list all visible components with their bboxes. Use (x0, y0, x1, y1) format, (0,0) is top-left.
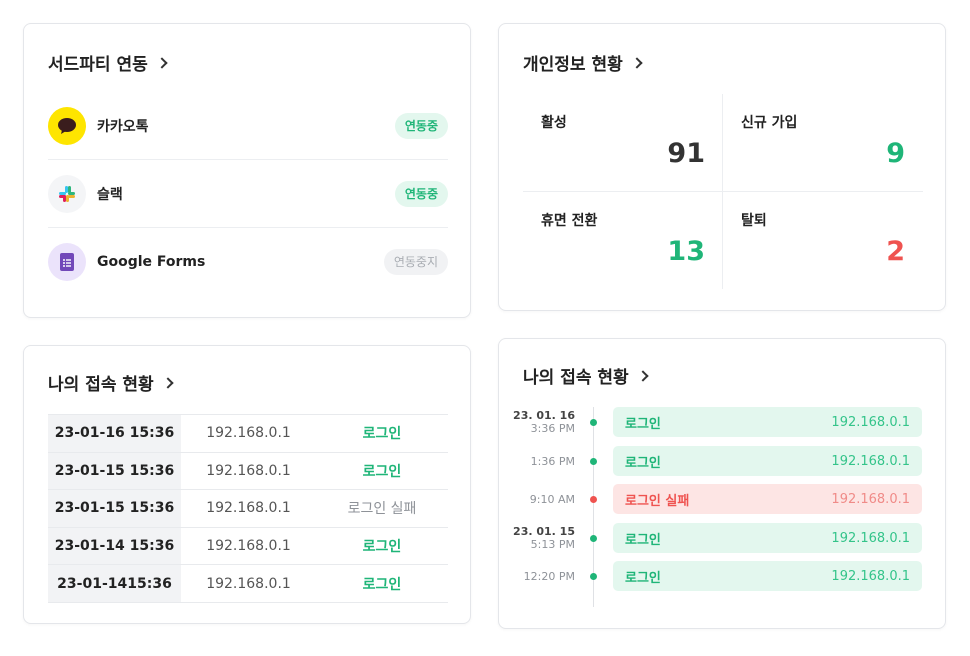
access-status: 로그인 (316, 564, 448, 603)
access-time: 23-01-14 15:36 (48, 526, 181, 565)
access-ip: 192.168.0.1 (181, 564, 316, 603)
stat-active: 활성 91 (523, 94, 723, 191)
chevron-right-icon (156, 56, 168, 69)
table-row: 23-01-16 15:36 192.168.0.1 로그인 (48, 414, 448, 453)
timeline-timestamp: 9:10 AM (529, 493, 575, 506)
event-status: 로그인 (625, 416, 661, 432)
event-ip: 192.168.0.1 (831, 453, 910, 469)
stat-value: 9 (886, 138, 905, 169)
timeline-event[interactable]: 로그인 192.168.0.1 (613, 407, 922, 437)
table-row: 23-01-15 15:36 192.168.0.1 로그인 (48, 451, 448, 490)
access-timeline-title-link[interactable]: 나의 접속 현황 (523, 363, 649, 388)
access-ip: 192.168.0.1 (181, 414, 316, 453)
timeline-dot (590, 419, 597, 426)
timeline-timestamp: 23. 01. 16 3:36 PM (513, 409, 575, 435)
table-row: 23-01-14 15:36 192.168.0.1 로그인 (48, 526, 448, 565)
timeline-entry: 9:10 AM 로그인 실패 192.168.0.1 (499, 484, 947, 514)
access-ip: 192.168.0.1 (181, 489, 316, 528)
personal-info-card: 개인정보 현황 활성 91 신규 가입 9 휴면 전환 13 탈퇴 2 (498, 23, 946, 311)
timeline-event[interactable]: 로그인 실패 192.168.0.1 (613, 484, 922, 514)
access-history-title-link[interactable]: 나의 접속 현황 (48, 370, 174, 395)
personal-info-title-link[interactable]: 개인정보 현황 (523, 50, 643, 75)
chevron-right-icon (637, 369, 649, 382)
timeline-timestamp: 1:36 PM (530, 455, 575, 468)
access-history-table-card: 나의 접속 현황 23-01-16 15:36 192.168.0.1 로그인 … (23, 345, 471, 624)
timeline-dot (590, 458, 597, 465)
timeline-entry: 12:20 PM 로그인 192.168.0.1 (499, 561, 947, 591)
timeline-entry: 1:36 PM 로그인 192.168.0.1 (499, 446, 947, 476)
stat-value: 13 (667, 236, 705, 267)
integration-name: 슬랙 (97, 186, 123, 203)
stat-dormant: 휴면 전환 13 (523, 192, 723, 289)
event-ip: 192.168.0.1 (831, 530, 910, 546)
third-party-card: 서드파티 연동 카카오톡 연동중 슬랙 연동중 Google Forms 연동중… (23, 23, 471, 318)
stat-label: 신규 가입 (741, 115, 798, 131)
event-ip: 192.168.0.1 (831, 568, 910, 584)
table-row: 23-01-15 15:36 192.168.0.1 로그인 실패 (48, 489, 448, 528)
kakaotalk-icon (48, 106, 86, 145)
event-status: 로그인 실패 (625, 493, 690, 509)
timeline-timestamp: 23. 01. 15 5:13 PM (513, 525, 575, 551)
stat-label: 탈퇴 (741, 213, 767, 229)
timeline-dot (590, 573, 597, 580)
access-status: 로그인 (316, 451, 448, 490)
integration-name: Google Forms (97, 254, 206, 270)
third-party-title-link[interactable]: 서드파티 연동 (48, 50, 168, 75)
stat-label: 휴면 전환 (541, 213, 598, 229)
stat-value: 2 (886, 236, 905, 267)
access-time: 23-01-16 15:36 (48, 414, 181, 453)
chevron-right-icon (162, 376, 174, 389)
timeline-dot (590, 535, 597, 542)
access-time: 23-01-1415:36 (48, 564, 181, 603)
event-status: 로그인 (625, 455, 661, 471)
integration-row-slack[interactable]: 슬랙 연동중 (48, 160, 448, 228)
chevron-right-icon (631, 56, 643, 69)
timeline-event[interactable]: 로그인 192.168.0.1 (613, 446, 922, 476)
access-history-table: 23-01-16 15:36 192.168.0.1 로그인 23-01-15 … (48, 414, 448, 603)
event-status: 로그인 (625, 570, 661, 586)
access-ip: 192.168.0.1 (181, 451, 316, 490)
timeline-timestamp: 12:20 PM (523, 570, 575, 583)
integration-status-badge: 연동중 (394, 180, 448, 207)
access-ip: 192.168.0.1 (181, 526, 316, 565)
integration-row-google-forms[interactable]: Google Forms 연동중지 (48, 228, 448, 296)
table-row: 23-01-1415:36 192.168.0.1 로그인 (48, 564, 448, 603)
access-history-timeline-card: 나의 접속 현황 23. 01. 16 3:36 PM 로그인 192.168.… (498, 338, 946, 629)
timeline-dot (590, 496, 597, 503)
access-status: 로그인 (316, 526, 448, 565)
stat-withdrawn: 탈퇴 2 (723, 192, 923, 289)
google-forms-icon (48, 243, 86, 281)
timeline-entry: 23. 01. 15 5:13 PM 로그인 192.168.0.1 (499, 523, 947, 553)
access-time: 23-01-15 15:36 (48, 451, 181, 490)
event-status: 로그인 (625, 532, 661, 548)
timeline-event[interactable]: 로그인 192.168.0.1 (613, 561, 922, 591)
integration-row-kakaotalk[interactable]: 카카오톡 연동중 (48, 92, 448, 160)
stat-value: 91 (667, 138, 705, 169)
access-status: 로그인 (316, 414, 448, 453)
stat-new-signup: 신규 가입 9 (723, 94, 923, 191)
access-time: 23-01-15 15:36 (48, 489, 181, 528)
slack-icon (48, 174, 86, 213)
event-ip: 192.168.0.1 (831, 491, 910, 507)
stat-label: 활성 (541, 115, 567, 131)
integration-status-badge: 연동중지 (383, 249, 448, 275)
timeline-entry: 23. 01. 16 3:36 PM 로그인 192.168.0.1 (499, 407, 947, 437)
integration-name: 카카오톡 (97, 118, 149, 135)
access-status: 로그인 실패 (316, 489, 448, 528)
timeline-event[interactable]: 로그인 192.168.0.1 (613, 523, 922, 553)
event-ip: 192.168.0.1 (831, 414, 910, 430)
integration-status-badge: 연동중 (394, 112, 448, 139)
